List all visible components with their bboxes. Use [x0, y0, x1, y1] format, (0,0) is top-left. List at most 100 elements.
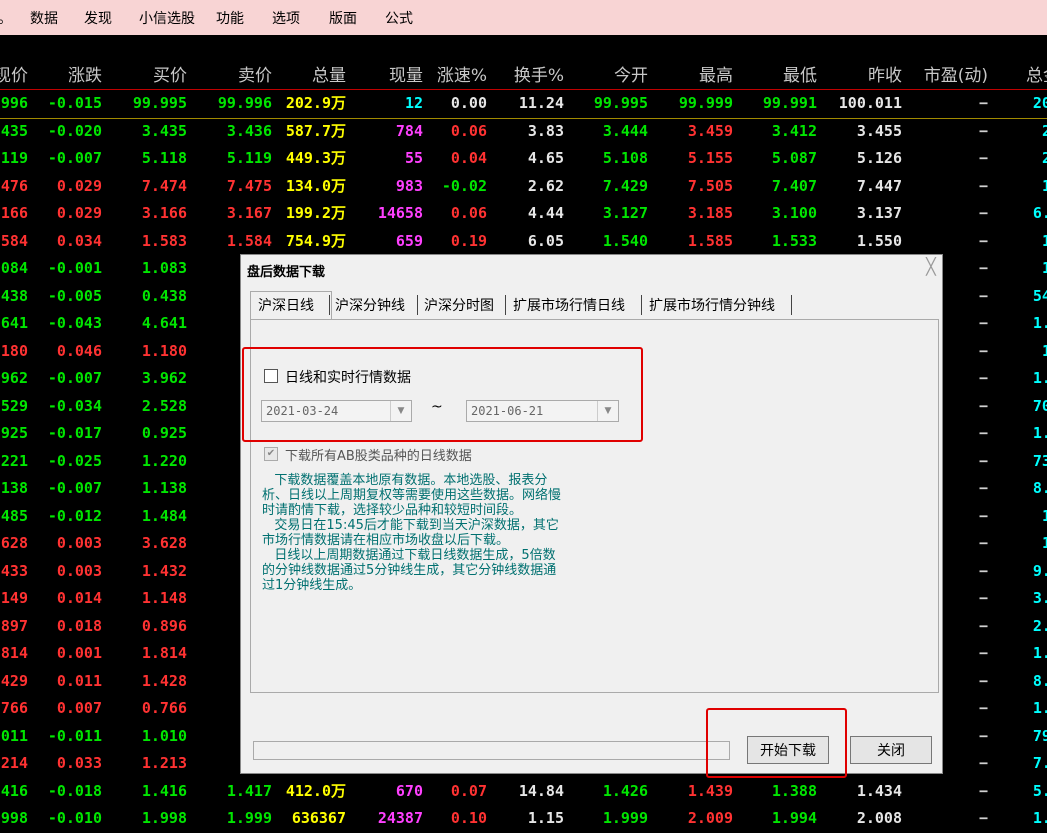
chevron-down-icon[interactable]: ▼ — [390, 401, 411, 421]
table-cell: 659 — [395, 231, 423, 250]
table-cell: 3.83 — [527, 121, 564, 140]
close-button[interactable]: 关闭 — [850, 736, 932, 764]
table-cell: 221 — [0, 451, 28, 470]
table-cell: 8.8 — [1032, 671, 1047, 690]
daily-data-checkbox[interactable] — [264, 369, 278, 383]
column-header[interactable]: 涨速% — [427, 65, 487, 87]
close-icon[interactable]: ╳ — [922, 258, 940, 276]
menu-item[interactable]: 小信选股 — [139, 8, 195, 28]
table-cell: 3.444 — [602, 121, 648, 140]
menu-item[interactable]: 发现 — [84, 8, 112, 28]
table-row[interactable]: 416 -0.018 1.416 1.417 412.0万 670 0.07 14.84 1.4… — [0, 778, 1047, 806]
chevron-down-icon[interactable]: ▼ — [597, 401, 618, 421]
ab-shares-label: 下载所有AB股类品种的日线数据 — [285, 449, 472, 464]
table-cell: 3.628 — [141, 534, 187, 552]
table-row[interactable]: 998 -0.010 1.998 1.999 636367 24387 0.10 1.15 1.… — [0, 805, 1047, 833]
table-cell: -0.02 — [441, 176, 487, 195]
table-cell: 1.220 — [141, 451, 187, 470]
tab-sz-sh-timeshare[interactable]: 沪深分时图 — [424, 295, 494, 315]
table-cell: − — [978, 176, 988, 195]
table-cell: 429 — [0, 671, 28, 690]
column-header[interactable]: 今开 — [568, 65, 648, 87]
tab-ext-minute[interactable]: 扩展市场行情分钟线 — [649, 295, 775, 315]
table-cell: 100.011 — [838, 94, 902, 112]
table-cell: 925 — [0, 424, 28, 442]
table-cell: 1.426 — [602, 781, 648, 800]
menu-item[interactable]: 。 — [0, 8, 12, 28]
table-cell: 1.213 — [141, 754, 187, 772]
table-cell: 20 — [1041, 121, 1047, 140]
tab-ext-daily[interactable]: 扩展市场行情日线 — [513, 295, 625, 315]
table-cell: 4.44 — [527, 204, 564, 222]
tab-separator — [417, 295, 418, 315]
table-cell: 1.814 — [141, 644, 187, 662]
table-cell: 99.995 — [593, 94, 648, 112]
column-header[interactable]: 昨收 — [822, 65, 902, 87]
table-cell: 0.014 — [56, 589, 102, 607]
table-cell: 7.429 — [602, 176, 648, 195]
table-cell: 1.533 — [771, 231, 817, 250]
table-cell: 670 — [395, 781, 423, 800]
column-header[interactable]: 最高 — [653, 65, 733, 87]
menu-item[interactable]: 数据 — [30, 8, 58, 28]
table-cell: 3.185 — [687, 204, 733, 222]
table-cell: 996 — [0, 94, 28, 112]
column-header[interactable]: 最低 — [737, 65, 817, 87]
column-header[interactable]: 总量 — [274, 65, 346, 87]
table-cell: − — [978, 204, 988, 222]
column-header[interactable]: 总金 — [990, 65, 1047, 87]
ab-shares-checkbox[interactable]: ✔ — [264, 447, 278, 461]
menu-item[interactable]: 公式 — [385, 8, 413, 28]
table-cell: 134.0万 — [285, 176, 346, 195]
table-cell: 084 — [0, 259, 28, 277]
table-cell: 138 — [0, 479, 28, 497]
table-cell: 0.034 — [56, 231, 102, 250]
column-header[interactable]: 涨跌 — [32, 65, 102, 87]
tab-sz-sh-daily[interactable]: 沪深日线 — [258, 295, 314, 315]
column-header[interactable]: 卖价 — [192, 65, 272, 87]
grid-header: 现价涨跌买价卖价总量现量涨速%换手%今开最高最低昨收市盈(动)总金 — [0, 62, 1047, 90]
start-download-button[interactable]: 开始下载 — [747, 736, 829, 764]
table-cell: 180 — [0, 341, 28, 360]
table-cell: -0.011 — [47, 726, 102, 745]
column-header[interactable]: 现价 — [0, 65, 28, 87]
table-row[interactable]: 166 0.029 3.166 3.167 199.2万 14658 0.06 4.44 3.1… — [0, 200, 1047, 228]
menu-item[interactable]: 功能 — [216, 8, 244, 28]
menu-item[interactable]: 选项 — [272, 8, 300, 28]
table-cell: -0.043 — [47, 314, 102, 332]
table-cell: 5.108 — [602, 149, 648, 167]
table-cell: 99.991 — [762, 94, 817, 112]
start-date-select[interactable]: 2021-03-24 ▼ — [261, 400, 412, 422]
table-cell: 5.087 — [771, 149, 817, 167]
end-date-select[interactable]: 2021-06-21 ▼ — [466, 400, 619, 422]
table-cell: 636367 — [291, 809, 346, 827]
table-row[interactable]: 119 -0.007 5.118 5.119 449.3万 55 0.04 4.65 5.108… — [0, 145, 1047, 173]
table-cell: -0.007 — [47, 369, 102, 387]
table-cell: 1.584 — [226, 231, 272, 250]
tab-sz-sh-minute[interactable]: 沪深分钟线 — [335, 295, 405, 315]
table-cell: 641 — [0, 314, 28, 332]
table-row[interactable]: 584 0.034 1.583 1.584 754.9万 659 0.19 6.05 1.540… — [0, 228, 1047, 256]
column-header[interactable]: 买价 — [107, 65, 187, 87]
table-cell: 23 — [1041, 149, 1047, 167]
table-cell: 0.896 — [141, 616, 187, 635]
table-cell: 1.994 — [771, 809, 817, 827]
column-header[interactable]: 市盈(动) — [903, 65, 988, 87]
table-row[interactable]: 996 -0.015 99.995 99.996 202.9万 12 0.00 11.24 99… — [0, 90, 1047, 119]
table-cell: 0.018 — [56, 616, 102, 635]
table-cell: 7.447 — [856, 176, 902, 195]
table-cell: 2.009 — [687, 809, 733, 827]
column-header[interactable]: 换手% — [492, 65, 564, 87]
dialog-title: 盘后数据下载 — [247, 265, 326, 280]
table-row[interactable]: 476 0.029 7.474 7.475 134.0万 983 -0.02 2.62 7.42… — [0, 173, 1047, 201]
table-cell: 55 — [404, 149, 423, 167]
table-cell: − — [978, 149, 988, 167]
column-header[interactable]: 现量 — [351, 65, 423, 87]
tab-separator — [791, 295, 792, 315]
table-row[interactable]: 435 -0.020 3.435 3.436 587.7万 784 0.06 3.83 3.44… — [0, 118, 1047, 146]
menu-item[interactable]: 版面 — [329, 8, 357, 28]
table-cell: 416 — [0, 781, 28, 800]
table-cell: 1.417 — [226, 781, 272, 800]
table-cell: 0.06 — [450, 121, 487, 140]
table-cell: 5.8 — [1032, 781, 1047, 800]
